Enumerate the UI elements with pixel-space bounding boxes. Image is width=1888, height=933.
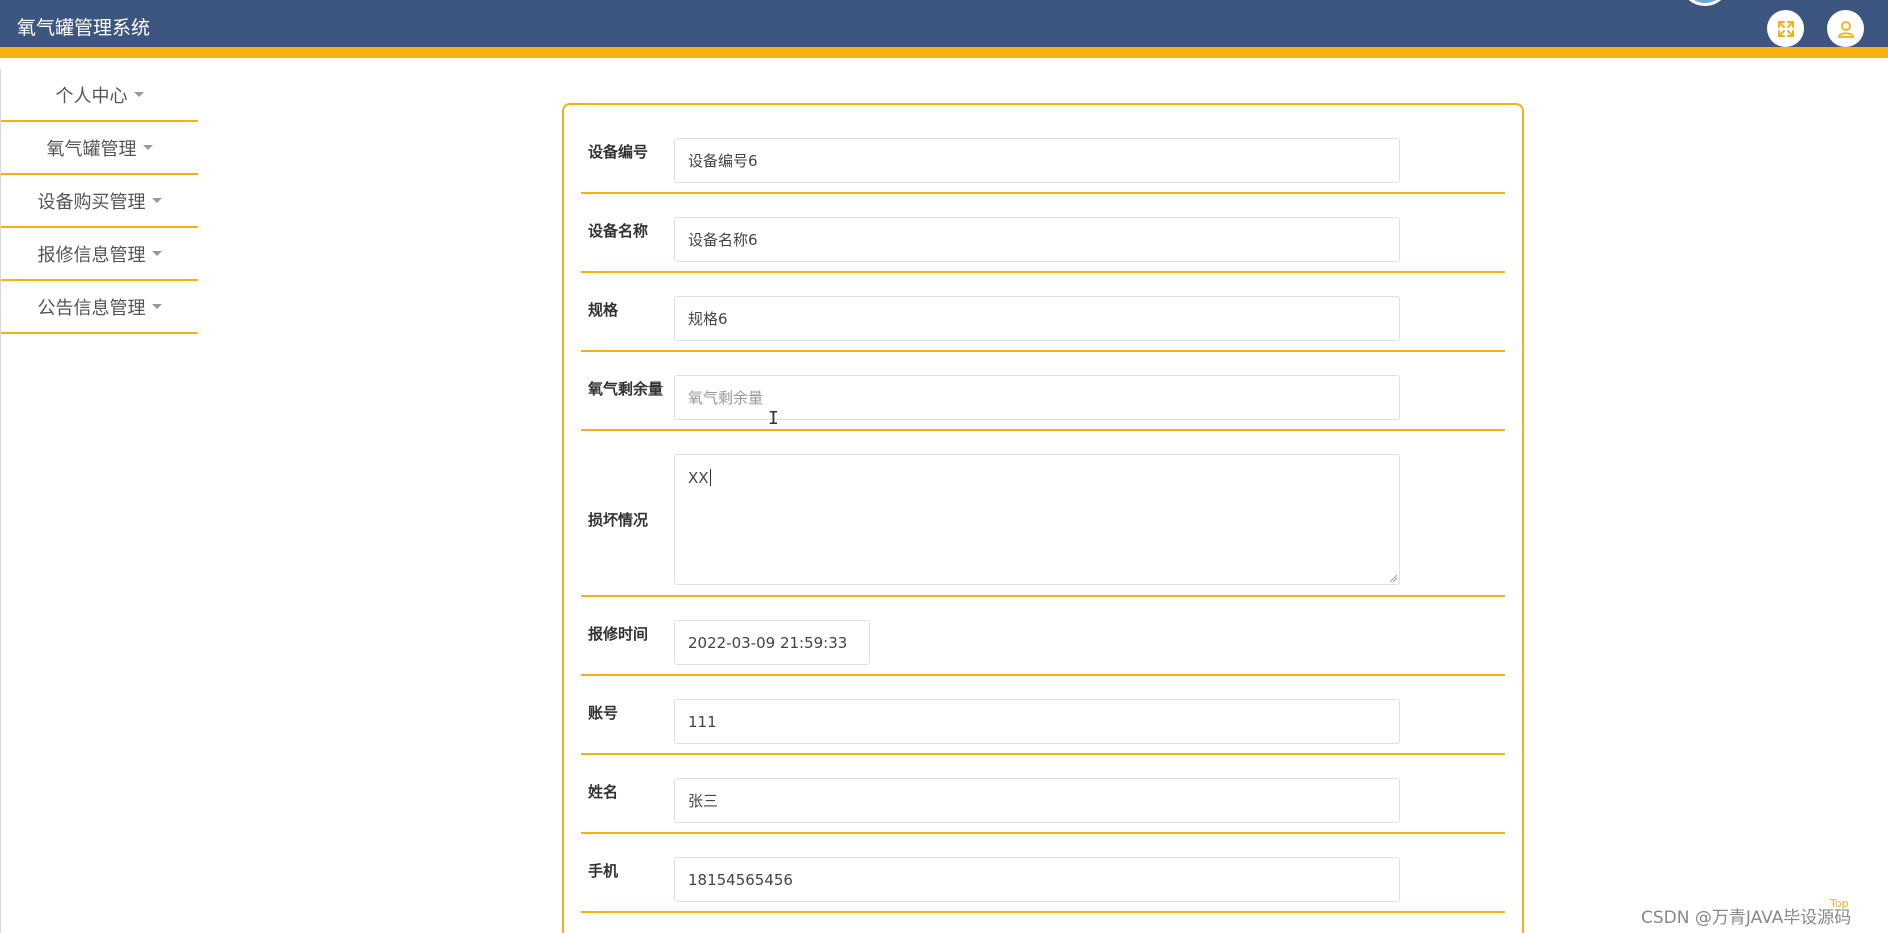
back-to-top-link[interactable]: Top (1830, 897, 1849, 910)
sidebar-item-label: 个人中心 (55, 85, 128, 107)
form-row-account: 账号 111 (581, 676, 1505, 755)
damage-label: 损坏情况 (588, 511, 649, 529)
phone-input[interactable]: 18154565456 (674, 857, 1400, 902)
sidebar-item-label: 设备购买管理 (37, 191, 146, 213)
caret-down-icon (151, 251, 162, 256)
device-name-value: 设备名称6 (688, 231, 758, 249)
phone-label: 手机 (588, 862, 619, 880)
repair-form: 设备编号 设备编号6 设备名称 设备名称6 规格 规格6 氧气剩余量 氧气剩余量… (562, 103, 1524, 933)
phone-value: 18154565456 (688, 870, 793, 889)
account-label: 账号 (588, 704, 619, 722)
form-row-repair-time: 报修时间 2022-03-09 21:59:33 (581, 597, 1505, 676)
sidebar-item-label: 氧气罐管理 (46, 138, 137, 160)
caret-down-icon (133, 92, 144, 97)
oxygen-remaining-input[interactable]: 氧气剩余量 (674, 375, 1400, 420)
avatar[interactable] (1680, 0, 1730, 6)
form-row-spec: 规格 规格6 (581, 273, 1505, 352)
user-icon (1837, 20, 1854, 38)
text-cursor-icon: I (768, 408, 779, 429)
sidebar-item-personal-center[interactable]: 个人中心 (1, 69, 198, 122)
name-input[interactable]: 张三 (674, 778, 1400, 823)
spec-label: 规格 (588, 301, 619, 319)
sidebar-item-label: 报修信息管理 (37, 244, 146, 266)
caret-down-icon (151, 198, 162, 203)
app-title: 氧气罐管理系统 (17, 17, 151, 39)
sidebar-item-purchase[interactable]: 设备购买管理 (1, 175, 198, 228)
caret-down-icon (151, 304, 162, 309)
name-value: 张三 (688, 792, 719, 810)
form-row-device-name: 设备名称 设备名称6 (581, 194, 1505, 273)
fullscreen-button[interactable] (1767, 10, 1804, 47)
repair-time-label: 报修时间 (588, 625, 649, 643)
form-row-device-no: 设备编号 设备编号6 (581, 105, 1505, 194)
spec-input[interactable]: 规格6 (674, 296, 1400, 341)
form-row-phone: 手机 18154565456 (581, 834, 1505, 913)
device-no-label: 设备编号 (588, 143, 649, 161)
name-label: 姓名 (588, 783, 619, 801)
sidebar-item-notice[interactable]: 公告信息管理 (1, 281, 198, 334)
oxygen-remaining-label: 氧气剩余量 (588, 380, 664, 398)
form-row-damage: 损坏情况 XX (581, 431, 1505, 597)
device-no-input[interactable]: 设备编号6 (674, 138, 1400, 183)
repair-time-input[interactable]: 2022-03-09 21:59:33 (674, 620, 870, 665)
text-cursor (709, 469, 711, 486)
sidebar: 个人中心 氧气罐管理 设备购买管理 报修信息管理 公告信息管理 (0, 69, 198, 933)
caret-down-icon (142, 145, 153, 150)
sidebar-item-label: 公告信息管理 (37, 297, 146, 319)
damage-value: XX (688, 469, 709, 487)
form-row-oxygen-remaining: 氧气剩余量 氧气剩余量 (581, 352, 1505, 431)
resize-grip-icon[interactable] (1389, 574, 1397, 582)
user-menu-button[interactable] (1827, 10, 1864, 47)
account-input[interactable]: 111 (674, 699, 1400, 744)
sidebar-item-repair[interactable]: 报修信息管理 (1, 228, 198, 281)
device-name-input[interactable]: 设备名称6 (674, 217, 1400, 262)
account-value: 111 (688, 712, 717, 731)
watermark: CSDN @万青JAVA毕设源码 (1641, 908, 1852, 928)
form-row-name: 姓名 张三 (581, 755, 1505, 834)
spec-value: 规格6 (688, 310, 728, 328)
device-name-label: 设备名称 (588, 222, 649, 240)
top-header: 氧气罐管理系统 (0, 0, 1888, 58)
damage-textarea[interactable]: XX (674, 454, 1400, 585)
sidebar-item-oxygen-tank[interactable]: 氧气罐管理 (1, 122, 198, 175)
oxygen-remaining-placeholder: 氧气剩余量 (688, 389, 764, 407)
repair-time-value: 2022-03-09 21:59:33 (688, 633, 848, 652)
expand-icon (1777, 20, 1794, 37)
device-no-value: 设备编号6 (688, 152, 758, 170)
